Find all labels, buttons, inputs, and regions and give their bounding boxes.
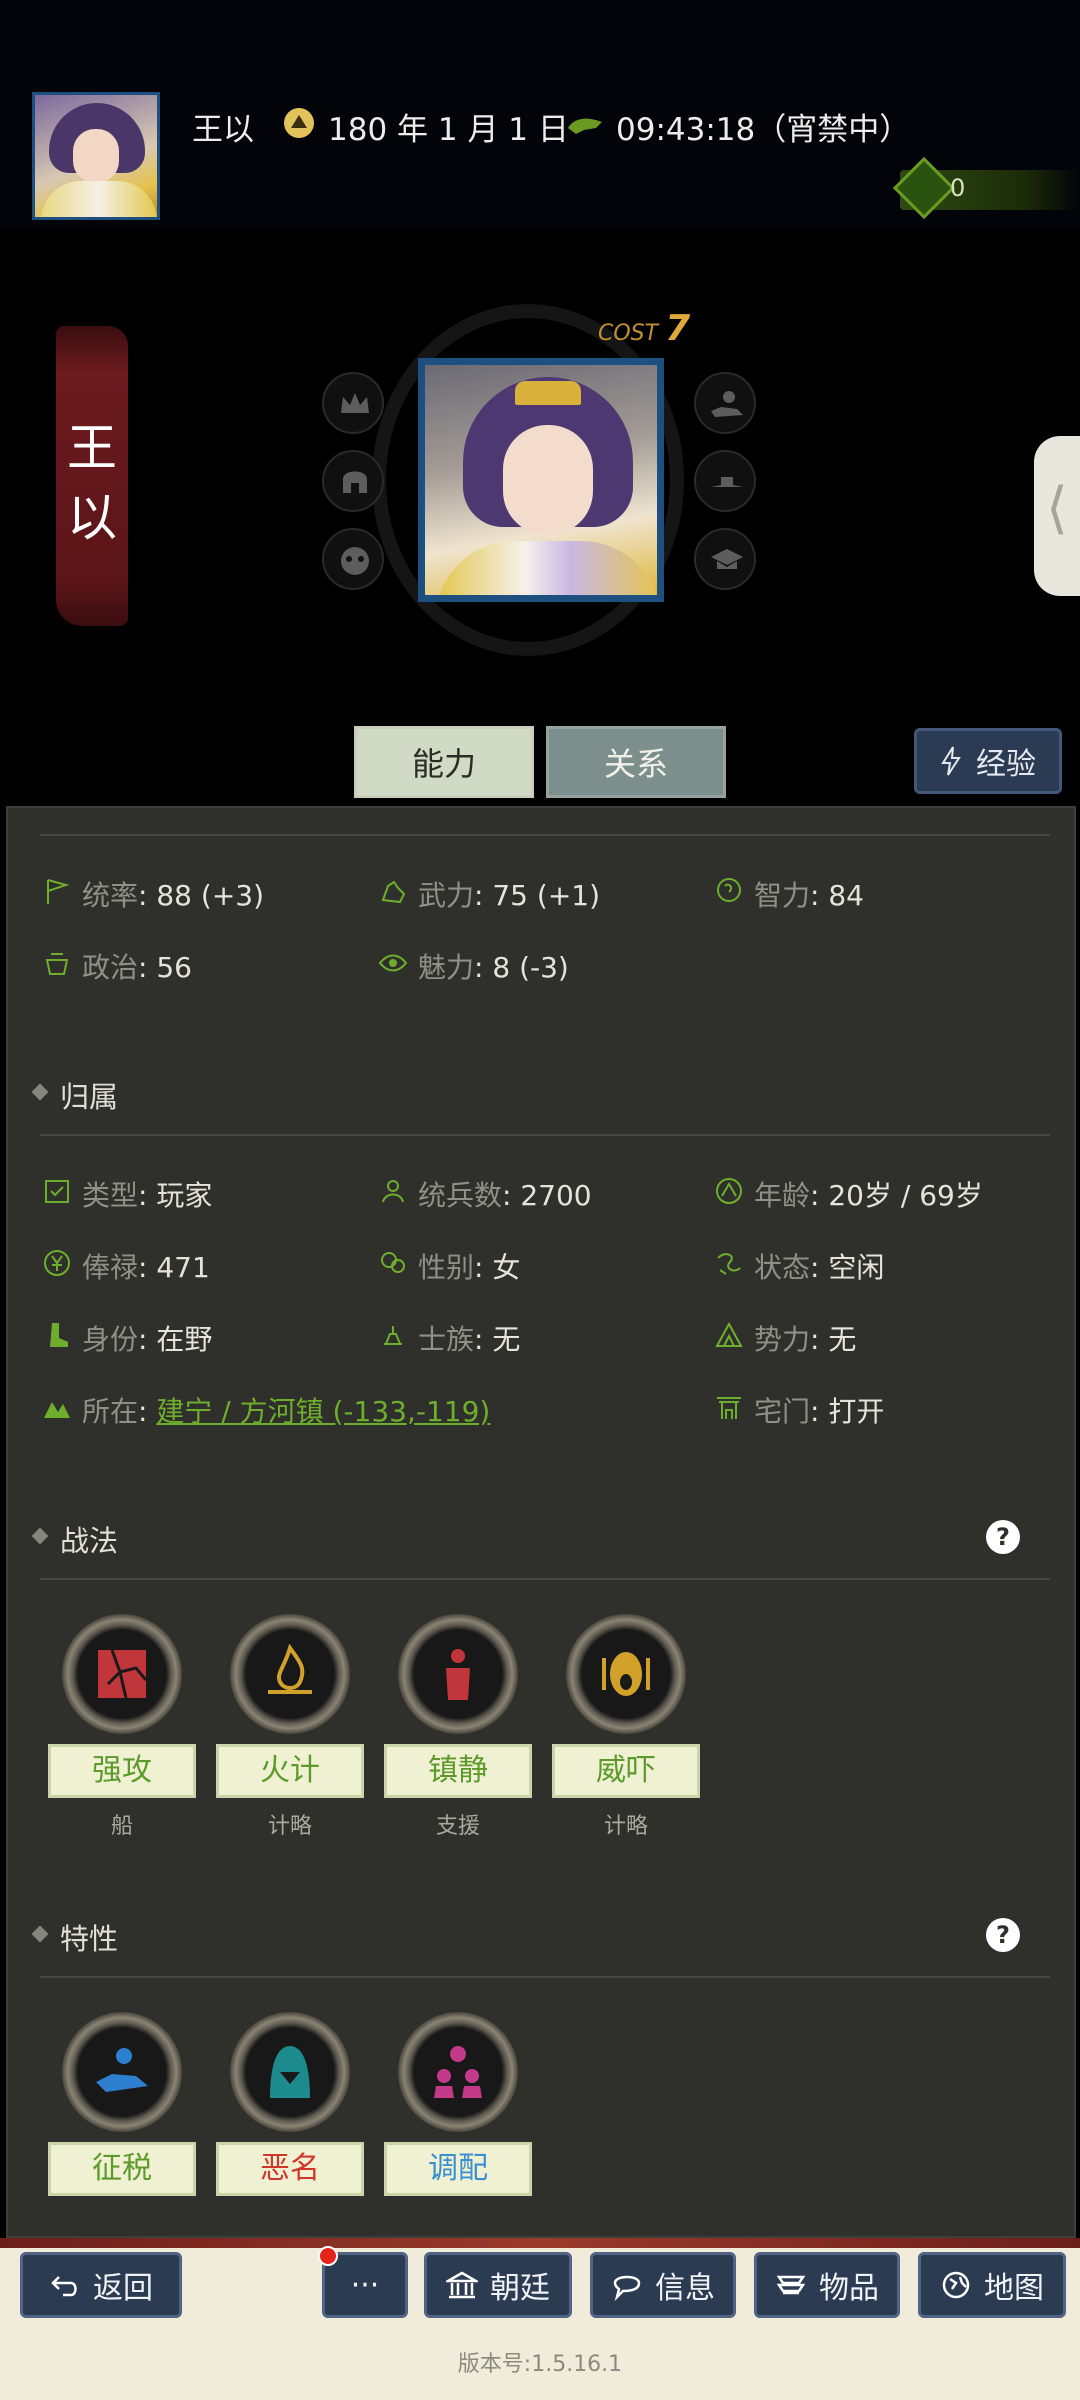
section-title-tactics: 战法	[60, 1518, 118, 1560]
palace-icon	[446, 2271, 478, 2299]
flag-icon	[47, 879, 70, 904]
chevron-left-icon: ⟨	[1046, 476, 1068, 541]
hand-coin-icon[interactable]	[694, 372, 756, 434]
field-gate: 宅门: 打开	[717, 1390, 884, 1430]
field-gender: 性别: 女	[381, 1246, 520, 1286]
arm-icon	[381, 880, 406, 904]
eye-icon	[378, 954, 408, 972]
player-avatar[interactable]	[32, 92, 160, 220]
divider	[40, 1976, 1050, 1978]
stat-politics: 政治: 56	[45, 946, 192, 986]
items-button[interactable]: 物品	[754, 2252, 900, 2318]
traits-help-button[interactable]: ?	[986, 1918, 1020, 1952]
court-button[interactable]: 朝廷	[424, 2252, 572, 2318]
map-button[interactable]: 地图	[918, 2252, 1066, 2318]
pot-icon	[45, 953, 69, 975]
gate-icon	[717, 1397, 741, 1419]
chat-bubble-icon	[613, 2275, 641, 2301]
divider	[40, 1134, 1050, 1136]
player-name: 王以	[192, 112, 254, 148]
field-state: 状态: 空闲	[717, 1246, 884, 1286]
stat-leadership: 统率: 88 (+3)	[47, 874, 264, 914]
clan-icon	[384, 1326, 402, 1345]
boot-icon	[50, 1323, 68, 1347]
scholar-cap-icon[interactable]	[694, 528, 756, 590]
helmet-icon[interactable]	[322, 450, 384, 512]
tab-relation[interactable]: 关系	[546, 726, 726, 798]
yen-coin-icon	[44, 1250, 70, 1276]
name-scroll-banner: 王 以	[56, 326, 128, 626]
hand-coin-icon	[96, 2048, 148, 2092]
mask-icon[interactable]	[322, 528, 384, 590]
section-title-traits: 特性	[60, 1916, 118, 1958]
experience-button[interactable]: 经验	[914, 728, 1062, 794]
notification-dot	[318, 2246, 338, 2266]
person-icon	[382, 1180, 404, 1203]
hills-icon	[44, 1402, 70, 1418]
location-link[interactable]: 建宁 / 方河镇 (-133,-119)	[156, 1395, 490, 1428]
checklist-icon	[45, 1180, 69, 1203]
globe-icon	[942, 2271, 970, 2299]
info-button[interactable]: 信息	[590, 2252, 736, 2318]
meditate-figure-icon	[446, 1649, 470, 1700]
group-idea-icon	[434, 2046, 482, 2098]
calendar-icon	[284, 108, 314, 138]
stat-force: 武力: 75 (+1)	[381, 874, 600, 914]
game-time: 09:43:18（宵禁中）	[616, 112, 911, 148]
tactics-help-button[interactable]: ?	[986, 1520, 1020, 1554]
field-troops: 统兵数: 2700	[382, 1174, 592, 1214]
swirl-icon	[717, 1253, 741, 1275]
decorative-strip	[0, 2238, 1080, 2248]
hooded-figure-icon	[270, 2046, 310, 2098]
age-icon	[716, 1178, 742, 1204]
back-button[interactable]: 返回	[20, 2252, 182, 2318]
section-title-belonging: 归属	[60, 1074, 118, 1116]
top-header: 王以 180 年 1 月 1 日 09:43:18（宵禁中） 0	[0, 0, 1080, 230]
stat-charm: 魅力: 8 (-3)	[378, 946, 569, 986]
side-drawer-handle[interactable]: ⟨	[1034, 436, 1080, 596]
divider	[40, 834, 1050, 836]
cracked-shield-icon	[98, 1649, 148, 1699]
money-bag-icon	[892, 156, 956, 220]
mountain-icon	[715, 1321, 743, 1347]
return-arrow-icon	[51, 2276, 77, 2297]
brain-icon	[717, 878, 741, 902]
field-identity: 身份: 在野	[50, 1318, 212, 1358]
character-detail-panel: 统率: 88 (+3) 武力: 75 (+1) 智力: 84 政治: 56 魅力…	[6, 806, 1076, 2238]
stat-intelligence: 智力: 84	[717, 874, 864, 914]
field-age: 年龄: 20岁 / 69岁	[716, 1174, 983, 1214]
tab-ability[interactable]: 能力	[354, 726, 534, 798]
money-counter[interactable]: 0	[892, 156, 1080, 220]
field-type: 类型: 玩家	[45, 1174, 212, 1214]
roaring-face-icon	[602, 1652, 650, 1696]
lightning-icon	[941, 746, 961, 776]
game-date: 180 年 1 月 1 日	[328, 112, 569, 148]
hat-icon[interactable]	[694, 450, 756, 512]
field-salary: 俸禄: 471	[44, 1246, 210, 1286]
field-clan: 士族: 无	[384, 1318, 520, 1358]
scroll-stack-icon	[776, 2275, 806, 2295]
cost-label: COST 7	[598, 308, 691, 349]
gender-icon	[381, 1252, 405, 1273]
field-faction: 势力: 无	[715, 1318, 856, 1358]
field-location: 所在: 建宁 / 方河镇 (-133,-119)	[44, 1390, 490, 1430]
time-icon	[568, 118, 602, 134]
divider	[40, 1578, 1050, 1580]
version-label: 版本号:1.5.16.1	[457, 2352, 623, 2377]
crown-icon[interactable]	[322, 372, 384, 434]
fire-icon	[268, 1644, 312, 1694]
character-portrait[interactable]	[418, 358, 664, 602]
bottom-nav-bar: 返回 ··· 朝廷 信息 物品 地图 版本号:1.5.16.1	[0, 2238, 1080, 2400]
